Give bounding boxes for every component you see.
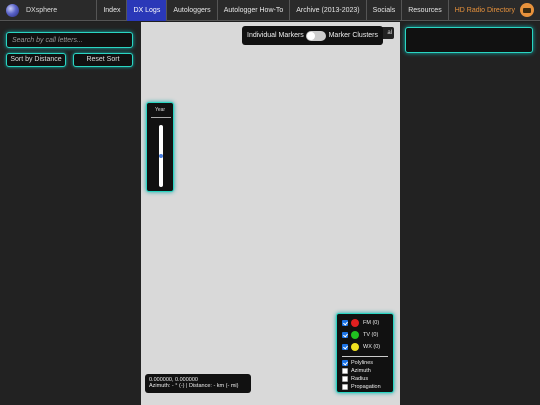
brand-title: DXsphere xyxy=(26,6,58,14)
nav-item-autologger-how-to[interactable]: Autologger How-To xyxy=(216,0,290,21)
legend-item-wx[interactable]: WX (0) xyxy=(342,341,388,353)
brand[interactable]: DXsphere xyxy=(0,0,96,21)
polylines-label: Polylines xyxy=(351,360,374,366)
fm-label: FM (0) xyxy=(363,320,380,326)
fm-checkbox[interactable] xyxy=(342,320,348,326)
radius-checkbox[interactable] xyxy=(342,376,348,382)
year-divider xyxy=(151,117,171,118)
nav-item-index[interactable]: Index xyxy=(96,0,126,21)
wx-checkbox[interactable] xyxy=(342,344,348,350)
fm-dot-icon xyxy=(351,319,359,327)
tv-checkbox[interactable] xyxy=(342,332,348,338)
reset-sort-button[interactable]: Reset Sort xyxy=(73,53,133,67)
globe-icon xyxy=(6,3,19,17)
legend-option-propagation[interactable]: Propagation xyxy=(342,383,388,391)
legend-option-azimuth[interactable]: Azimuth xyxy=(342,367,388,375)
legend-divider xyxy=(342,356,388,357)
nav-item-autologgers[interactable]: Autologgers xyxy=(166,0,216,21)
marker-mode-toggle[interactable]: Individual Markers Marker Clusters xyxy=(242,26,383,45)
tv-dot-icon xyxy=(351,331,359,339)
year-slider-fill xyxy=(159,154,163,158)
radio-icon xyxy=(520,3,534,17)
wx-label: WX (0) xyxy=(363,344,381,350)
year-filter: Year xyxy=(146,102,174,192)
individual-markers-label: Individual Markers xyxy=(247,32,304,39)
info-panel xyxy=(405,27,533,53)
marker-clusters-label: Marker Clusters xyxy=(328,32,378,39)
azimuth-distance: Azimuth: - ° (-) | Distance: - km (- mi) xyxy=(149,383,239,389)
year-label: Year xyxy=(154,107,166,113)
coordinates-readout: 0.000000, 0.000000 Azimuth: - ° (-) | Di… xyxy=(145,374,251,393)
legend-option-radius[interactable]: Radius xyxy=(342,375,388,383)
nav-item-socials[interactable]: Socials xyxy=(365,0,402,21)
radius-label: Radius xyxy=(351,376,369,382)
nav-menu: Index DX Logs Autologgers Autologger How… xyxy=(96,0,540,21)
azimuth-label: Azimuth xyxy=(351,368,371,374)
nav-item-dx-logs[interactable]: DX Logs xyxy=(126,0,167,21)
right-sidebar xyxy=(400,22,540,405)
hd-radio-label: HD Radio Directory xyxy=(454,6,515,14)
top-navbar: DXsphere Index DX Logs Autologgers Autol… xyxy=(0,0,540,21)
marker-mode-switch[interactable] xyxy=(306,30,327,41)
left-sidebar: Search by call letters... Sort by Distan… xyxy=(0,22,141,405)
tv-label: TV (0) xyxy=(363,332,379,338)
wx-dot-icon xyxy=(351,343,359,351)
azimuth-checkbox[interactable] xyxy=(342,368,348,374)
sort-by-distance-button[interactable]: Sort by Distance xyxy=(6,53,66,67)
search-input[interactable]: Search by call letters... xyxy=(6,32,133,48)
nav-item-archive[interactable]: Archive (2013-2023) xyxy=(289,0,365,21)
legend-option-polylines[interactable]: Polylines xyxy=(342,359,388,367)
legend-item-fm[interactable]: FM (0) xyxy=(342,317,388,329)
legend-item-tv[interactable]: TV (0) xyxy=(342,329,388,341)
nav-item-hd-radio-directory[interactable]: HD Radio Directory xyxy=(447,0,540,21)
nav-item-resources[interactable]: Resources xyxy=(401,0,447,21)
polylines-checkbox[interactable] xyxy=(342,360,348,366)
propagation-checkbox[interactable] xyxy=(342,384,348,390)
map-legend: FM (0) TV (0) WX (0) Polylines Azimuth R… xyxy=(336,313,394,393)
year-slider[interactable] xyxy=(159,125,163,187)
propagation-label: Propagation xyxy=(351,384,381,390)
